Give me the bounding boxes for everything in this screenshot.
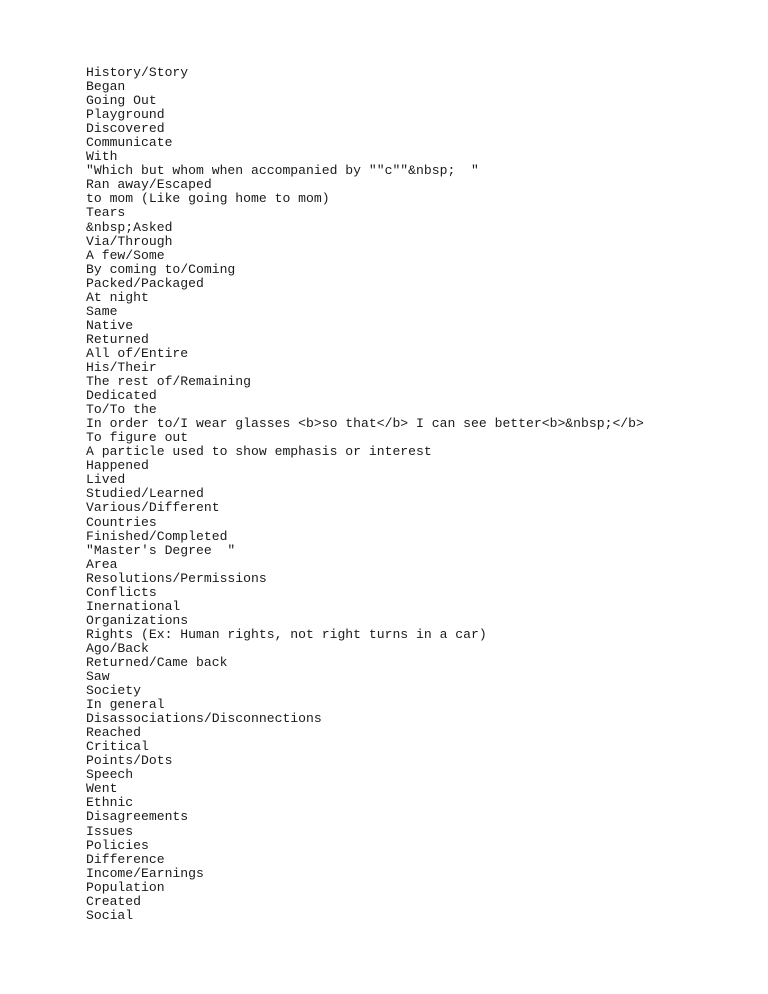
text-line: Finished/Completed bbox=[86, 528, 228, 544]
text-line: Ago/Back bbox=[86, 640, 149, 656]
text-line: Communicate bbox=[86, 135, 173, 151]
text-line: All of/Entire bbox=[86, 345, 189, 361]
text-line: Disassociations/Disconnections bbox=[86, 711, 322, 727]
text-line: Conflicts bbox=[86, 584, 157, 600]
text-line: With bbox=[86, 149, 118, 165]
text-line: Disagreements bbox=[86, 809, 189, 825]
text-line: In general bbox=[86, 697, 165, 713]
text-line: Area bbox=[86, 556, 118, 572]
text-line: Speech bbox=[86, 767, 134, 783]
text-line: Policies bbox=[86, 837, 149, 853]
text-line: Went bbox=[86, 781, 118, 797]
text-line: Via/Through bbox=[86, 233, 173, 249]
text-line: Inernational bbox=[86, 598, 181, 614]
text-line: "Which but whom when accompanied by ""c"… bbox=[86, 163, 479, 179]
text-line: Lived bbox=[86, 472, 126, 488]
text-line: "Master's Degree " bbox=[86, 542, 236, 558]
text-line: Saw bbox=[86, 669, 110, 685]
text-line: Critical bbox=[86, 739, 149, 755]
text-line: Ran away/Escaped bbox=[86, 177, 212, 193]
text-line: Returned bbox=[86, 331, 149, 347]
text-line: Studied/Learned bbox=[86, 486, 204, 502]
text-line: Countries bbox=[86, 514, 157, 530]
text-line: Created bbox=[86, 893, 142, 909]
text-line: Income/Earnings bbox=[86, 865, 204, 881]
text-line: Began bbox=[86, 79, 126, 95]
text-line: Reached bbox=[86, 725, 142, 741]
text-line: Population bbox=[86, 879, 165, 895]
text-line: Dedicated bbox=[86, 388, 157, 404]
text-line: Rights (Ex: Human rights, not right turn… bbox=[86, 626, 487, 642]
text-line: In order to/I wear glasses <b>so that</b… bbox=[86, 416, 644, 432]
text-line: Points/Dots bbox=[86, 753, 173, 769]
text-line: Tears bbox=[86, 205, 126, 221]
text-line: Happened bbox=[86, 458, 149, 474]
text-line: Resolutions/Permissions bbox=[86, 570, 267, 586]
text-line: Discovered bbox=[86, 121, 165, 137]
text-line: Playground bbox=[86, 107, 165, 123]
document-text: History/Story Began Going Out Playground Dis… bbox=[86, 65, 644, 923]
text-line: A particle used to show emphasis or inte… bbox=[86, 444, 432, 460]
text-line: To/To the bbox=[86, 402, 157, 418]
text-line: Difference bbox=[86, 851, 165, 867]
text-line: History/Story bbox=[86, 65, 189, 80]
text-line: Issues bbox=[86, 823, 134, 839]
text-line: By coming to/Coming bbox=[86, 261, 236, 277]
text-line: To figure out bbox=[86, 430, 189, 446]
text-line: Packed/Packaged bbox=[86, 275, 204, 291]
text-line: to mom (Like going home to mom) bbox=[86, 191, 330, 207]
text-line: Social bbox=[86, 907, 134, 923]
text-line: Same bbox=[86, 303, 118, 319]
text-line: Organizations bbox=[86, 612, 189, 628]
text-line: Ethnic bbox=[86, 795, 134, 811]
text-line: Returned/Came back bbox=[86, 654, 228, 670]
text-line: Various/Different bbox=[86, 500, 220, 516]
text-line: Going Out bbox=[86, 93, 157, 109]
text-line: Native bbox=[86, 317, 134, 333]
text-line: At night bbox=[86, 289, 149, 305]
text-line: A few/Some bbox=[86, 247, 165, 263]
text-line: The rest of/Remaining bbox=[86, 374, 252, 390]
text-line: Society bbox=[86, 683, 142, 699]
text-line: His/Their bbox=[86, 359, 157, 375]
text-line: &nbsp;Asked bbox=[86, 219, 173, 235]
